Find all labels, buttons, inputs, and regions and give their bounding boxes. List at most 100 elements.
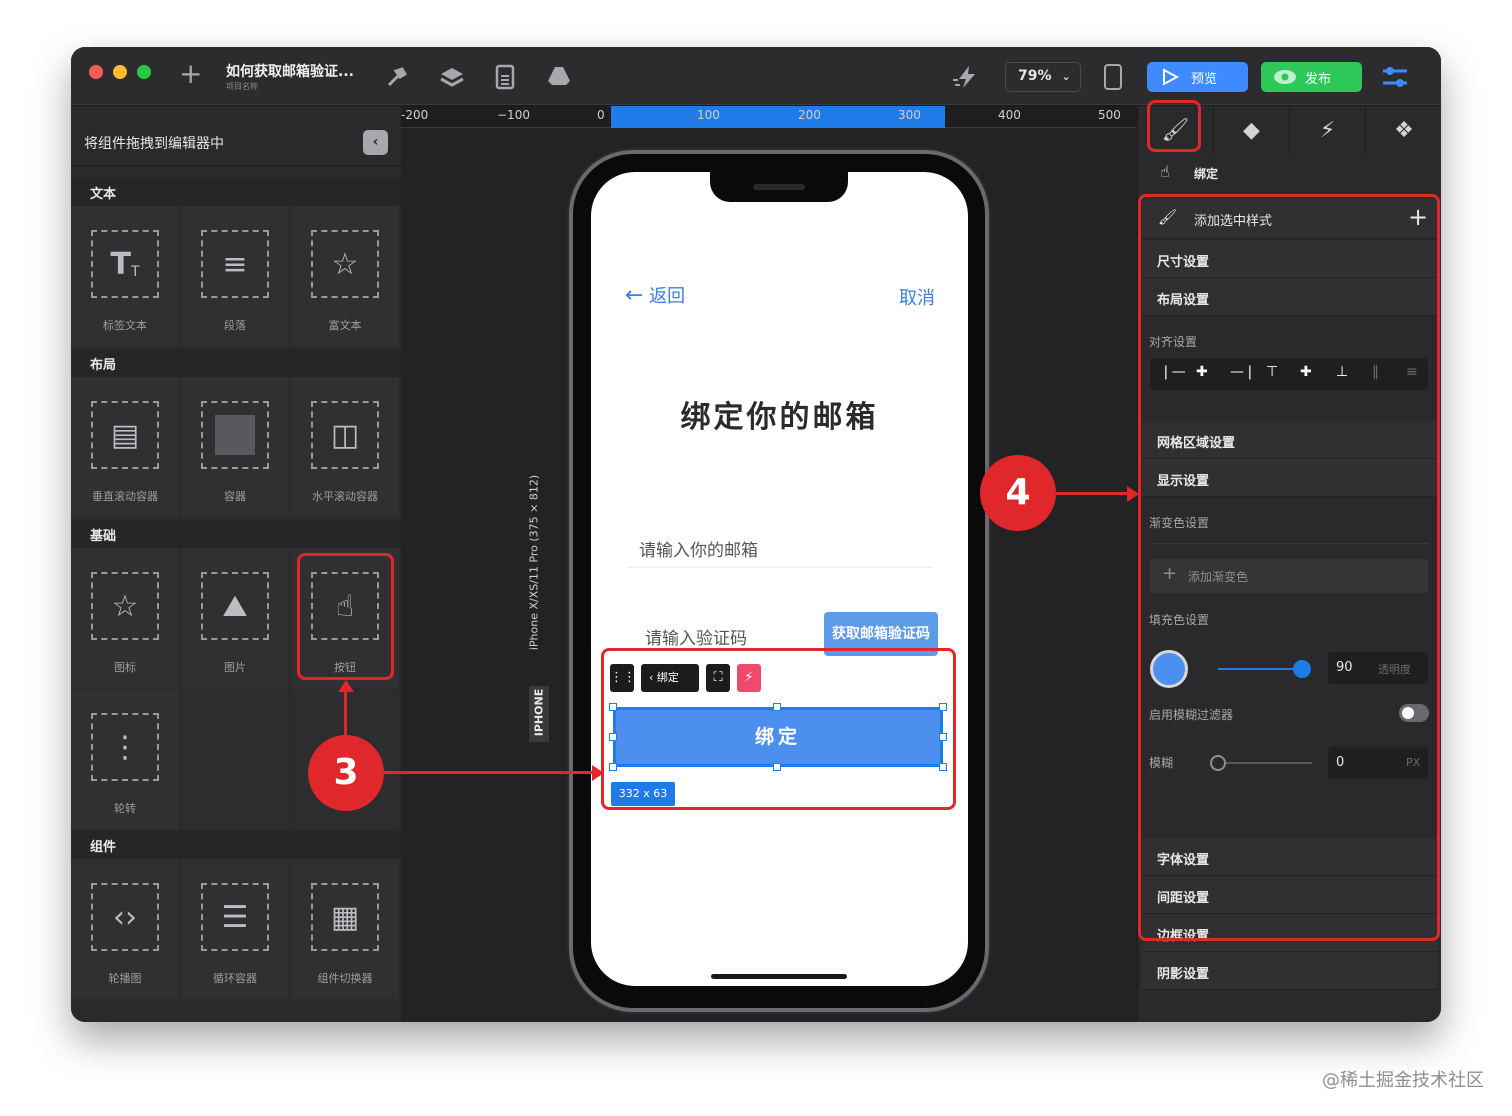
titlebar: + 如何获取邮箱验证... 项目名称 79% ⌄ 预览 发布 — [71, 47, 1441, 105]
rich-text-icon: ☆ — [311, 230, 379, 298]
chevron-down-icon: ⌄ — [1061, 70, 1071, 83]
phone-screen[interactable]: ← 返回 取消 绑定你的邮箱 请输入你的邮箱 请输入验证码 获取邮箱验证码 ⋮⋮… — [591, 172, 968, 986]
layers-icon[interactable] — [439, 65, 465, 89]
component-image[interactable]: ⛰ 图片 — [181, 548, 289, 688]
watermark: @稀土掘金技术社区 — [1322, 1070, 1484, 1091]
chevron-left-icon: ‹ — [372, 134, 379, 150]
tab-data[interactable]: ❖ — [1366, 106, 1441, 154]
ruler-label: 400 — [998, 108, 1021, 122]
component-container[interactable]: 容器 — [181, 377, 289, 517]
project-title: 如何获取邮箱验证... — [226, 64, 354, 80]
lightning-icon: ⚡ — [1319, 117, 1336, 143]
editor-canvas[interactable]: -200 −100 0 100 200 300 400 500 iPhone X… — [401, 106, 1137, 1022]
section-title-components: 组件 — [71, 831, 401, 859]
component-label: 水平滚动容器 — [312, 490, 378, 503]
play-icon — [1163, 68, 1179, 86]
section-title-basic: 基础 — [71, 520, 401, 548]
eye-icon — [1274, 70, 1296, 84]
carousel-icon: ‹› — [91, 883, 159, 951]
component-name: 绑定 — [1194, 167, 1219, 181]
hammer-icon[interactable] — [385, 65, 409, 89]
shadow-settings[interactable]: 阴影设置 — [1142, 952, 1438, 990]
tab-components[interactable]: ◆ — [1214, 106, 1290, 154]
ruler-label: −100 — [497, 108, 530, 122]
component-switcher[interactable]: ▦ 组件切换器 — [291, 859, 399, 999]
component-vertical-scroll[interactable]: ▤ 垂直滚动容器 — [71, 377, 179, 517]
container-icon — [201, 401, 269, 469]
ruler-selection-range — [611, 106, 945, 128]
phone-notch — [710, 172, 848, 202]
horizontal-scroll-icon: ◫ — [311, 401, 379, 469]
component-panel-header: 将组件拖拽到编辑器中 ‹ — [71, 106, 401, 166]
ruler-label: -200 — [401, 108, 429, 122]
annotation-arrow — [344, 690, 347, 736]
component-horizontal-scroll[interactable]: ◫ 水平滚动容器 — [291, 377, 399, 517]
minimize-window-button[interactable] — [113, 65, 127, 79]
component-spinner[interactable]: ⋮ 轮转 — [71, 689, 179, 829]
star-icon: ☆ — [91, 572, 159, 640]
back-button[interactable]: ← 返回 — [625, 282, 685, 308]
back-label: 返回 — [649, 286, 686, 307]
component-paragraph[interactable]: ≡ 段落 — [181, 206, 289, 346]
device-icon[interactable] — [1103, 63, 1123, 91]
component-loop-container[interactable]: ☰ 循环容器 — [181, 859, 289, 999]
project-subtitle: 项目名称 — [226, 82, 258, 91]
component-label: 图标 — [114, 661, 136, 674]
zoom-select[interactable]: 79% ⌄ — [1005, 62, 1081, 92]
component-icon[interactable]: ☆ 图标 — [71, 548, 179, 688]
empty-cell — [181, 689, 289, 829]
vertical-scroll-icon: ▤ — [91, 401, 159, 469]
component-label: 循环容器 — [213, 972, 257, 985]
hand-pointer-icon: ☝ — [1160, 162, 1170, 181]
cube-icon: ❖ — [1394, 117, 1414, 143]
image-icon: ⛰ — [201, 572, 269, 640]
annotation-arrow — [384, 771, 592, 774]
close-window-button[interactable] — [89, 65, 103, 79]
lightning-icon[interactable] — [951, 64, 981, 90]
component-carousel[interactable]: ‹› 轮播图 — [71, 859, 179, 999]
component-label: 富文本 — [328, 319, 362, 332]
ruler-label: 300 — [898, 108, 921, 122]
annotation-arrow — [1056, 492, 1128, 495]
component-label: 轮播图 — [108, 972, 142, 985]
panel-hint: 将组件拖拽到编辑器中 — [84, 136, 224, 152]
device-label-box: IPHONE — [529, 686, 549, 742]
loop-container-icon: ☰ — [201, 883, 269, 951]
label-text-icon: TT — [91, 230, 159, 298]
component-label: 组件切换器 — [317, 972, 373, 985]
device-name: iPhone X/XS/11 Pro (375 × 812) — [527, 474, 541, 651]
highlight-style-tab — [1147, 100, 1201, 152]
sliders-icon[interactable] — [1381, 64, 1409, 90]
bind-heading: 绑定你的邮箱 — [680, 400, 879, 435]
component-label: 容器 — [224, 490, 246, 503]
component-label-text[interactable]: T T 标签文本 — [71, 206, 179, 346]
component-label: 段落 — [224, 319, 246, 332]
ruler-label: 500 — [1098, 108, 1121, 122]
code-input[interactable]: 请输入验证码 — [645, 624, 747, 649]
device-label: IPHONE — [532, 688, 546, 737]
document-icon[interactable] — [495, 64, 515, 90]
component-label: 图片 — [224, 661, 246, 674]
section-title-text: 文本 — [71, 178, 401, 206]
ruler-label: 0 — [597, 108, 605, 122]
component-rich-text[interactable]: ☆ 富文本 — [291, 206, 399, 346]
horizontal-ruler: -200 −100 0 100 200 300 400 500 — [401, 106, 1137, 128]
arrow-head-right — [592, 765, 604, 781]
paragraph-icon: ≡ — [201, 230, 269, 298]
email-input[interactable]: 请输入你的邮箱 — [627, 532, 933, 568]
drive-icon[interactable] — [547, 65, 571, 87]
step-3-badge: 3 — [308, 735, 384, 811]
plus-icon[interactable]: + — [179, 60, 202, 88]
publish-button[interactable]: 发布 — [1261, 62, 1362, 92]
device-caption: iPhone X/XS/11 Pro (375 × 812) — [527, 456, 547, 686]
arrow-left-icon: ← — [625, 283, 644, 308]
spinner-icon: ⋮ — [91, 713, 159, 781]
email-placeholder: 请输入你的邮箱 — [639, 541, 758, 561]
maximize-window-button[interactable] — [137, 65, 151, 79]
publish-label: 发布 — [1305, 72, 1332, 87]
cancel-button[interactable]: 取消 — [899, 284, 935, 310]
collapse-panel-button[interactable]: ‹ — [363, 130, 388, 155]
ruler-label: 200 — [798, 108, 821, 122]
tab-actions[interactable]: ⚡ — [1290, 106, 1366, 154]
preview-button[interactable]: 预览 — [1147, 62, 1248, 92]
